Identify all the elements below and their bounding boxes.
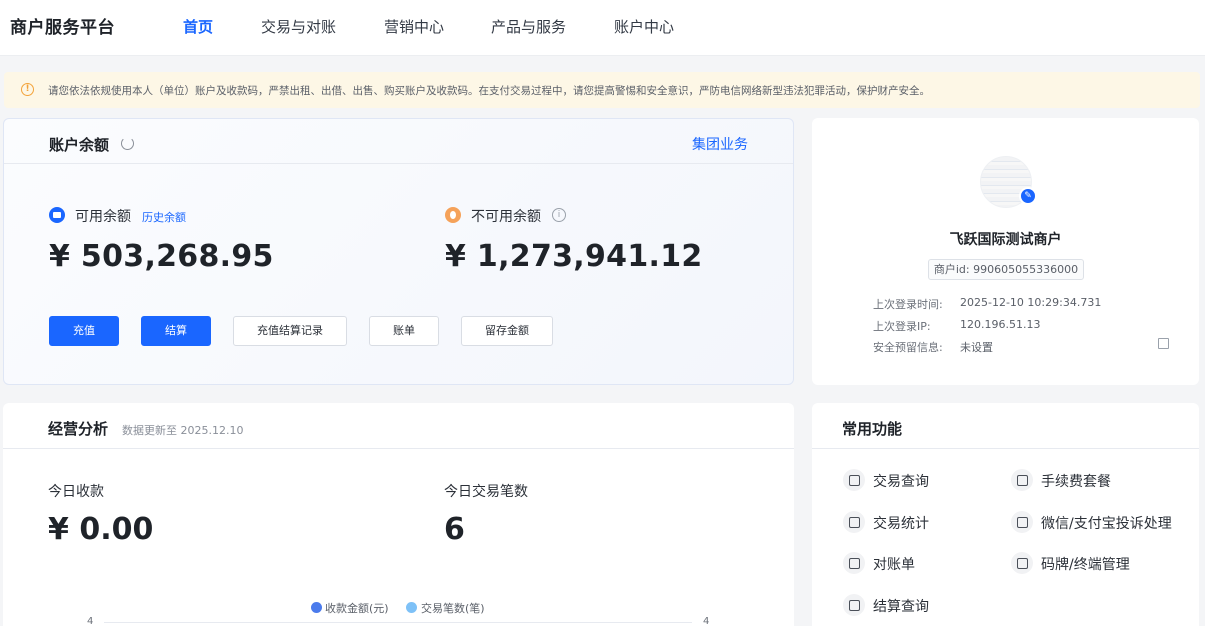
bill-button[interactable]: 账单	[369, 316, 439, 346]
recharge-button[interactable]: 充值	[49, 316, 119, 346]
left-axis-tick: 4	[87, 616, 94, 626]
refresh-icon[interactable]	[121, 137, 134, 150]
edit-avatar-icon[interactable]: ✎	[1019, 187, 1037, 205]
legend-income[interactable]: 收款金额(元)	[325, 600, 389, 616]
today-count-label: 今日交易笔数	[444, 484, 528, 500]
info-icon[interactable]: i	[552, 208, 566, 222]
today-count-value: 6	[444, 512, 465, 547]
group-business-link[interactable]: 集团业务	[692, 134, 748, 154]
warning-circle-icon: !	[21, 83, 34, 96]
nav-home[interactable]: 首页	[183, 16, 213, 37]
func-label: 微信/支付宝投诉处理	[1041, 516, 1172, 532]
card-divider	[4, 163, 793, 164]
money-drop-icon	[445, 207, 461, 223]
account-balance-card: 账户余额 集团业务 可用余额 历史余额 ¥ 503,268.95 不可用余额 i…	[3, 118, 794, 385]
card-divider	[812, 448, 1199, 449]
analysis-title: 经营分析	[48, 420, 109, 438]
card-divider	[3, 448, 794, 449]
recharge-settle-records-button[interactable]: 充值结算记录	[233, 316, 347, 346]
retained-amount-button[interactable]: 留存金额	[461, 316, 553, 346]
func-label: 手续费套餐	[1041, 474, 1111, 490]
func-label: 结算查询	[873, 599, 929, 615]
func-label: 对账单	[873, 557, 915, 573]
unavailable-balance-label: 不可用余额	[471, 209, 541, 225]
history-balance-link[interactable]: 历史余额	[142, 209, 186, 225]
merchant-id-badge: 商户id: 990605055336000	[928, 259, 1084, 280]
unavailable-balance-amount: ¥ 1,273,941.12	[445, 239, 703, 274]
last-login-time-value: 2025-12-10 10:29:34.731	[960, 296, 1102, 309]
nav-marketing[interactable]: 营销中心	[384, 16, 444, 37]
today-income-label: 今日收款	[48, 484, 104, 500]
chart-gridline	[104, 622, 692, 623]
complaint-icon	[1011, 511, 1033, 533]
qrcode-icon	[1011, 552, 1033, 574]
nav-products-services[interactable]: 产品与服务	[491, 16, 566, 37]
top-navigation-bar: 商户服务平台 首页 交易与对账 营销中心 产品与服务 账户中心	[0, 0, 1205, 56]
right-axis-tick: 4	[703, 616, 710, 626]
edit-icon[interactable]	[1158, 338, 1169, 349]
legend-dot-count	[406, 602, 417, 613]
last-login-ip-value: 120.196.51.13	[960, 318, 1041, 331]
money-bag-icon	[843, 469, 865, 491]
legend-count[interactable]: 交易笔数(笔)	[421, 600, 485, 616]
business-analysis-card: 经营分析 数据更新至 2025.12.10 今日收款 ¥ 0.00 今日交易笔数…	[3, 403, 794, 626]
today-income-value: ¥ 0.00	[48, 512, 154, 547]
brand-title: 商户服务平台	[10, 18, 115, 38]
last-login-time-label: 上次登录时间:	[873, 298, 943, 311]
nav-trade-reconciliation[interactable]: 交易与对账	[261, 16, 336, 37]
settle-button[interactable]: 结算	[141, 316, 211, 346]
func-label: 交易统计	[873, 516, 929, 532]
legend-dot-income	[311, 602, 322, 613]
statement-icon	[843, 552, 865, 574]
func-label: 码牌/终端管理	[1041, 557, 1130, 573]
available-balance-amount: ¥ 503,268.95	[49, 239, 274, 274]
notice-text: 请您依法依规使用本人（单位）账户及收款码，严禁出租、出借、出售、购买账户及收款码…	[48, 85, 930, 97]
last-login-ip-label: 上次登录IP:	[873, 320, 931, 333]
common-functions-card: 常用功能 交易查询 手续费套餐 交易统计 微信/支付宝投诉处理 对账单 码牌/终…	[812, 403, 1199, 626]
balance-card-title: 账户余额	[49, 136, 110, 154]
merchant-name: 飞跃国际测试商户	[949, 232, 1062, 248]
security-notice-bar: ! 请您依法依规使用本人（单位）账户及收款码，严禁出租、出借、出售、购买账户及收…	[4, 72, 1200, 108]
merchant-info-card: ✎ 飞跃国际测试商户 商户id: 990605055336000 上次登录时间:…	[812, 118, 1199, 385]
nav-account-center[interactable]: 账户中心	[614, 16, 674, 37]
func-label: 交易查询	[873, 474, 929, 490]
functions-title: 常用功能	[842, 420, 903, 438]
settlement-icon	[843, 594, 865, 616]
available-balance-label: 可用余额	[75, 209, 131, 225]
wallet-icon	[49, 207, 65, 223]
security-info-value: 未设置	[960, 341, 993, 354]
data-update-text: 数据更新至 2025.12.10	[122, 424, 244, 437]
statistics-icon	[843, 511, 865, 533]
gift-icon	[1011, 469, 1033, 491]
security-info-label: 安全预留信息:	[873, 341, 943, 354]
